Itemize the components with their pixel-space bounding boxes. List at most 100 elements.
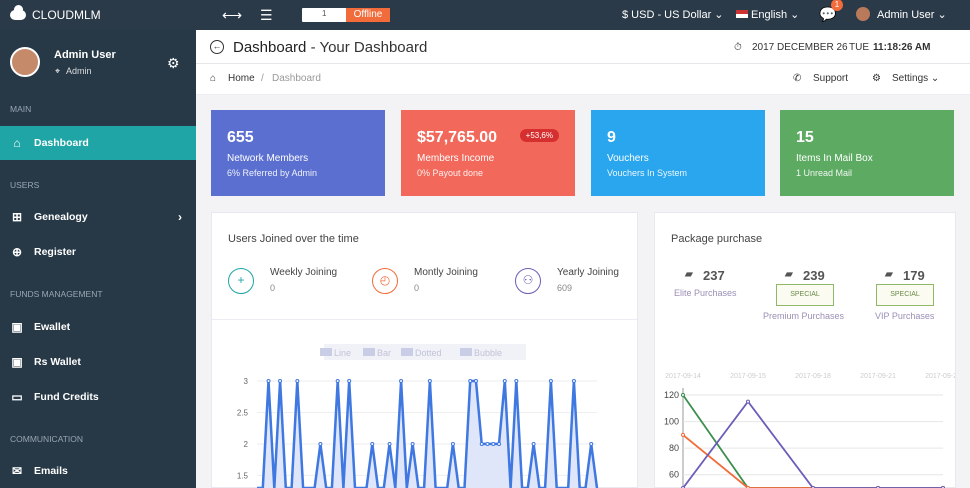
- card-value: 9: [607, 129, 616, 146]
- premium-value: 239: [803, 268, 825, 283]
- currency-selector[interactable]: $ USD - US Dollar ⌄: [622, 8, 724, 21]
- data-point: [589, 441, 594, 446]
- panel-title: Package purchase: [671, 233, 763, 245]
- section-funds: FUNDS MANAGEMENT: [10, 289, 103, 299]
- flag-icon: [736, 10, 748, 18]
- brand-logo[interactable]: CLOUDMLM: [10, 5, 101, 22]
- hamburger-menu-icon[interactable]: ☰: [260, 7, 273, 24]
- legend-label: Bubble: [474, 348, 502, 358]
- currency-label: $ USD - US Dollar: [622, 9, 712, 21]
- sidebar-item-dashboard[interactable]: ⌂ Dashboard: [0, 126, 196, 160]
- data-point: [278, 379, 283, 383]
- language-label: English: [751, 9, 788, 21]
- language-selector[interactable]: English ⌄: [736, 8, 799, 21]
- credit-card-icon: ▭: [11, 390, 23, 404]
- notification-badge: 1: [831, 0, 843, 11]
- sidebar-item-label: Dashboard: [34, 137, 89, 149]
- network-members-card[interactable]: 655 Network Members 6% Referred by Admin: [211, 110, 385, 196]
- package-icon: ▰: [785, 269, 793, 280]
- brand-name: CLOUDMLM: [32, 8, 101, 22]
- sidebar-item-register[interactable]: ⊕ Register: [0, 235, 196, 269]
- home-icon[interactable]: ⌂: [210, 73, 216, 84]
- mailbox-card[interactable]: 15 Items In Mail Box 1 Unread Mail: [780, 110, 954, 196]
- data-point: [485, 441, 490, 446]
- cloud-icon: [10, 5, 26, 20]
- legend-label: Dotted: [415, 348, 442, 358]
- sidebar-item-genealogy[interactable]: ⊞ Genealogy ›: [0, 200, 196, 234]
- current-date: 2017 DECEMBER 26: [752, 42, 848, 53]
- card-sub: 6% Referred by Admin: [227, 168, 318, 178]
- sidebar-item-label: Genealogy: [34, 211, 88, 223]
- data-point: [427, 379, 432, 383]
- support-icon[interactable]: ✆: [793, 73, 801, 84]
- sidebar-item-rswallet[interactable]: ▣ Rs Wallet: [0, 345, 196, 379]
- legend-label: Line: [334, 348, 351, 358]
- gear-icon[interactable]: ⚙: [167, 55, 180, 72]
- top-navbar: CLOUDMLM ⟷ ☰ 1 Offline $ USD - US Dollar…: [0, 0, 970, 30]
- sitemap-icon: ⊞: [11, 210, 23, 224]
- sidebar-item-label: Ewallet: [34, 321, 71, 333]
- sidebar-item-label: Emails: [34, 465, 68, 477]
- y-tick-label: 3: [244, 377, 249, 386]
- support-link[interactable]: Support: [813, 73, 848, 84]
- card-label: Vouchers: [607, 153, 649, 164]
- special-badge-label: SPECIAL: [890, 291, 920, 298]
- sidebar-item-fundcredits[interactable]: ▭ Fund Credits: [0, 380, 196, 414]
- x-tick-label: 2017-09-18: [795, 373, 831, 380]
- members-income-card[interactable]: $57,765.00 +53,6% Members Income 0% Payo…: [401, 110, 575, 196]
- current-day: TUE: [849, 42, 869, 53]
- user-menu-label: Admin User: [877, 9, 935, 21]
- toggle-status-label: Offline: [346, 8, 390, 22]
- y-tick-label: 60: [669, 470, 679, 480]
- breadcrumb-home[interactable]: Home: [228, 73, 255, 84]
- gear-icon[interactable]: ⚙: [872, 73, 881, 84]
- current-time: 11:18:26 AM: [873, 42, 931, 53]
- data-point: [335, 379, 340, 383]
- data-point: [491, 441, 496, 446]
- legend-swatch: [363, 348, 375, 356]
- x-tick-label: 2017-09-15: [730, 373, 766, 380]
- data-point: [450, 441, 455, 446]
- series-line: [682, 394, 943, 488]
- data-point: [399, 379, 404, 383]
- envelope-icon: ✉: [11, 464, 23, 478]
- profile-name: Admin User: [54, 49, 116, 61]
- plus-circle-icon: +: [228, 268, 254, 294]
- section-communication: COMMUNICATION: [10, 434, 84, 444]
- legend-swatch: [401, 348, 413, 356]
- breadcrumb-current: Dashboard: [272, 73, 321, 84]
- sidebar-item-emails[interactable]: ✉ Emails: [0, 454, 196, 488]
- sidebar-item-ewallet[interactable]: ▣ Ewallet: [0, 310, 196, 344]
- data-point: [681, 393, 685, 397]
- wallet-icon: ▣: [11, 355, 23, 369]
- profile-avatar[interactable]: [10, 47, 40, 77]
- breadcrumb: ⌂ Home / Dashboard ✆ Support ⚙ Settings …: [196, 64, 970, 95]
- data-point: [548, 379, 553, 383]
- back-arrow-icon[interactable]: ←: [210, 40, 224, 54]
- data-point: [318, 441, 323, 446]
- card-value: 15: [796, 129, 814, 146]
- data-point: [681, 432, 685, 437]
- growth-badge: +53,6%: [519, 129, 559, 142]
- clock-icon: ⏱: [734, 42, 742, 53]
- package-icon: ▰: [685, 269, 693, 280]
- toggle-number: 1: [322, 9, 327, 18]
- sidebar-item-label: Rs Wallet: [34, 356, 81, 368]
- card-label: Members Income: [417, 153, 495, 164]
- premium-label: Premium Purchases: [763, 311, 845, 321]
- vip-value: 179: [903, 268, 925, 283]
- online-status-toggle[interactable]: 1 Offline: [302, 8, 390, 22]
- vouchers-card[interactable]: 9 Vouchers Vouchers In System: [591, 110, 765, 196]
- settings-link[interactable]: Settings ⌄: [892, 73, 939, 84]
- card-sub: 1 Unread Mail: [796, 168, 853, 178]
- monthly-value: 0: [414, 283, 420, 293]
- card-label: Network Members: [227, 153, 309, 164]
- monthly-label: Montly Joining: [414, 267, 478, 278]
- data-point: [347, 379, 352, 383]
- user-avatar-small[interactable]: [856, 7, 870, 21]
- expand-arrows-icon[interactable]: ⟷: [222, 7, 242, 24]
- y-tick-label: 120: [664, 390, 679, 400]
- page-title-main: Dashboard: [233, 39, 307, 56]
- card-label: Items In Mail Box: [796, 153, 873, 164]
- user-menu[interactable]: Admin User ⌄: [877, 8, 947, 21]
